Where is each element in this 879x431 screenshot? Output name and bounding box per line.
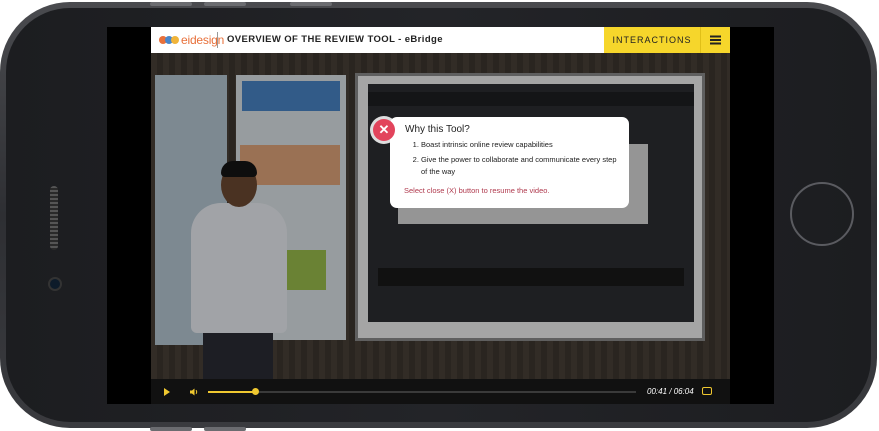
power-button[interactable] [290, 2, 332, 6]
speaker-grille [50, 186, 58, 250]
interactions-button[interactable]: INTERACTIONS [604, 27, 700, 53]
volume-rocker[interactable] [150, 2, 192, 6]
course-title: OVERVIEW OF THE REVIEW TOOL - eBridge [227, 34, 443, 45]
time-display: 00:41 / 06:04 [647, 387, 694, 396]
eidesign-logo: eidesign [159, 32, 224, 48]
volume-icon[interactable] [189, 387, 199, 397]
popup-instruction: Select close (X) button to resume the vi… [404, 186, 550, 195]
menu-button[interactable] [700, 27, 730, 53]
captions-icon[interactable] [702, 387, 712, 395]
popup-list-item: Give the power to collaborate and commun… [421, 154, 621, 178]
popup-list: Boast intrinsic online review capabiliti… [409, 139, 621, 181]
play-icon[interactable] [164, 388, 170, 396]
course-header: eidesign OVERVIEW OF THE REVIEW TOOL - e… [151, 27, 730, 53]
player-controls: 00:41 / 06:04 [151, 379, 730, 404]
bottom-button[interactable] [150, 427, 192, 431]
popup-list-item: Boast intrinsic online review capabiliti… [421, 139, 621, 151]
seek-progress [208, 391, 255, 393]
front-camera [50, 279, 60, 289]
bottom-button-2[interactable] [204, 427, 246, 431]
close-icon[interactable]: ✕ [373, 119, 395, 141]
volume-rocker-2[interactable] [204, 2, 246, 6]
home-button[interactable] [790, 182, 854, 246]
menu-icon [710, 39, 721, 41]
video-dim-overlay [151, 53, 730, 379]
seek-handle[interactable] [252, 388, 259, 395]
header-divider [217, 32, 218, 48]
seek-bar[interactable] [208, 391, 636, 393]
device-screen: eidesign OVERVIEW OF THE REVIEW TOOL - e… [107, 27, 774, 404]
popup-title: Why this Tool? [405, 124, 470, 135]
video-frame[interactable] [151, 53, 730, 379]
